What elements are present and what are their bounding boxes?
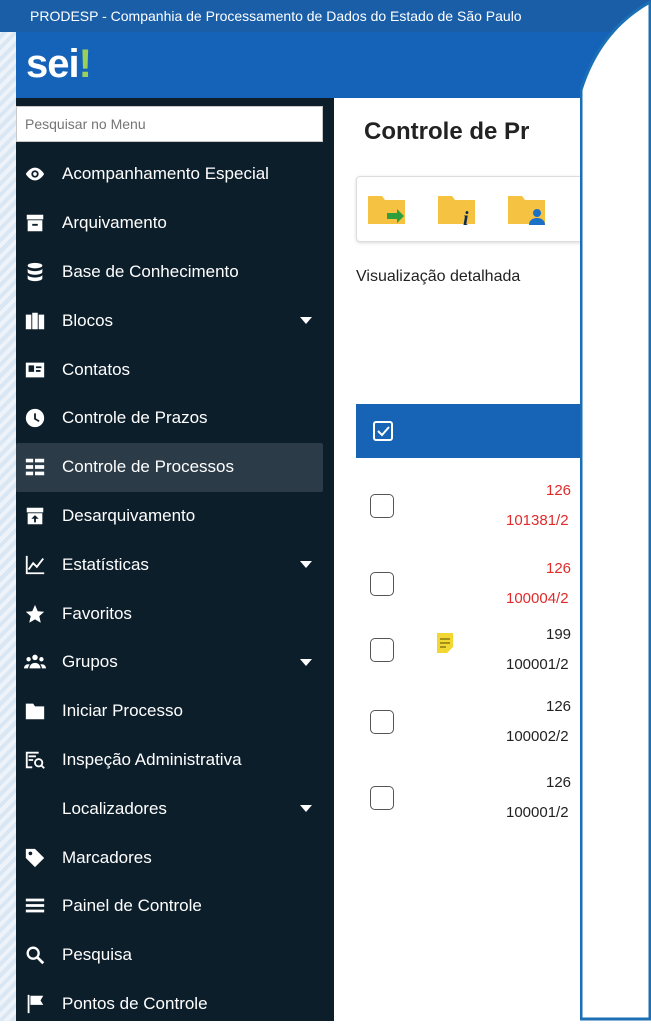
- sidebar-item-label: Painel de Controle: [62, 896, 202, 916]
- sei-logo[interactable]: sei!: [26, 42, 92, 87]
- sidebar-item-pesquisa[interactable]: Pesquisa: [16, 931, 334, 980]
- sidebar-item-label: Controle de Prazos: [62, 408, 208, 428]
- blocks-icon: [22, 310, 48, 332]
- inspection-icon: [22, 749, 48, 771]
- search-icon: [22, 944, 48, 966]
- contact-card-icon: [22, 359, 48, 381]
- chart-line-icon: [22, 554, 48, 576]
- sidebar-item-label: Pesquisa: [62, 945, 132, 965]
- sidebar-item-inspecao-administrativa[interactable]: Inspeção Administrativa: [16, 736, 334, 785]
- process-number-suffix[interactable]: 101381/2: [506, 512, 569, 529]
- sidebar-item-label: Acompanhamento Especial: [62, 164, 269, 184]
- tag-icon: [22, 847, 48, 869]
- row-checkbox[interactable]: [370, 572, 394, 596]
- sidebar-item-controle-de-processos[interactable]: Controle de Processos: [16, 442, 323, 492]
- table-row: 126 100001/2: [356, 770, 596, 842]
- sidebar-item-label: Iniciar Processo: [62, 701, 183, 721]
- annotation-note-icon[interactable]: [436, 632, 454, 654]
- sidebar-item-contatos[interactable]: Contatos: [16, 345, 334, 394]
- sidebar-item-label: Estatísticas: [62, 554, 149, 574]
- chevron-down-icon[interactable]: [300, 658, 312, 666]
- table-header: [356, 404, 596, 458]
- page-title: Controle de Pr: [364, 118, 530, 145]
- sidebar-item-acompanhamento-especial[interactable]: Acompanhamento Especial: [16, 150, 334, 199]
- menu-search-input[interactable]: [16, 106, 323, 142]
- folder-info-icon[interactable]: i: [437, 191, 477, 227]
- process-number-suffix[interactable]: 100004/2: [506, 590, 569, 607]
- process-number[interactable]: 126: [546, 698, 571, 715]
- action-toolbar: i: [356, 176, 618, 242]
- unarchive-icon: [22, 505, 48, 527]
- sidebar-item-label: Base de Conhecimento: [62, 261, 239, 281]
- process-number-suffix[interactable]: 100002/2: [506, 728, 569, 745]
- sidebar-item-label: Arquivamento: [62, 213, 167, 233]
- table-row: 126 101381/2: [356, 478, 596, 550]
- sidebar-item-base-de-conhecimento[interactable]: Base de Conhecimento: [16, 248, 334, 297]
- folder-icon: [22, 700, 48, 722]
- sidebar-item-favoritos[interactable]: Favoritos: [16, 589, 334, 638]
- menu-list: Acompanhamento Especial Arquivamento Bas…: [16, 150, 334, 1028]
- sidebar-menu: Acompanhamento Especial Arquivamento Bas…: [16, 98, 334, 1021]
- sidebar-item-label: Favoritos: [62, 603, 132, 623]
- row-checkbox[interactable]: [370, 710, 394, 734]
- sidebar-item-arquivamento[interactable]: Arquivamento: [16, 199, 334, 248]
- process-number[interactable]: 126: [546, 482, 571, 499]
- sidebar-item-label: Grupos: [62, 652, 118, 672]
- process-number-suffix[interactable]: 100001/2: [506, 656, 569, 673]
- sidebar-item-controle-de-prazos[interactable]: Controle de Prazos: [16, 394, 334, 443]
- star-icon: [22, 603, 48, 625]
- view-mode-label: Visualização detalhada: [356, 268, 521, 285]
- sidebar-item-label: Marcadores: [62, 847, 152, 867]
- flag-icon: [22, 993, 48, 1015]
- clock-icon: [22, 407, 48, 429]
- process-number[interactable]: 199: [546, 626, 571, 643]
- sidebar-item-localizadores[interactable]: Localizadores: [16, 784, 334, 833]
- sidebar-item-estatisticas[interactable]: Estatísticas: [16, 540, 334, 589]
- eye-icon: [22, 163, 48, 185]
- sidebar-item-label: Pontos de Controle: [62, 993, 208, 1013]
- process-number-suffix[interactable]: 100001/2: [506, 804, 569, 821]
- svg-text:i: i: [463, 208, 469, 227]
- window-title-bar: PRODESP - Companhia de Processamento de …: [0, 0, 651, 32]
- sidebar-item-label: Controle de Processos: [62, 457, 234, 477]
- sidebar-item-label: Blocos: [62, 310, 114, 330]
- table-row: 199 100001/2: [356, 622, 596, 694]
- process-number[interactable]: 126: [546, 560, 571, 577]
- sidebar-item-label: Inspeção Administrativa: [62, 749, 242, 769]
- decorative-border: [0, 0, 16, 1021]
- chevron-down-icon[interactable]: [300, 561, 312, 569]
- sidebar-item-iniciar-processo[interactable]: Iniciar Processo: [16, 687, 334, 736]
- sidebar-item-label: Desarquivamento: [62, 505, 196, 525]
- row-checkbox[interactable]: [370, 786, 394, 810]
- callout-overlay: [580, 0, 651, 1021]
- menu-lines-icon: [22, 895, 48, 917]
- process-number[interactable]: 126: [546, 774, 571, 791]
- archive-icon: [22, 212, 48, 234]
- sidebar-item-marcadores[interactable]: Marcadores: [16, 833, 334, 882]
- row-checkbox[interactable]: [370, 494, 394, 518]
- chevron-down-icon[interactable]: [300, 805, 312, 813]
- table-row: 126 100002/2: [356, 694, 596, 766]
- database-icon: [22, 261, 48, 283]
- folder-send-icon[interactable]: [367, 191, 407, 227]
- sidebar-item-painel-de-controle[interactable]: Painel de Controle: [16, 882, 334, 931]
- list-icon: [22, 456, 48, 478]
- chevron-down-icon[interactable]: [300, 317, 312, 325]
- select-all-checkbox-icon[interactable]: [372, 420, 394, 442]
- folder-user-icon[interactable]: [507, 191, 547, 227]
- app-header: sei!: [16, 32, 651, 98]
- table-row: 126 100004/2: [356, 556, 596, 628]
- window-title: PRODESP - Companhia de Processamento de …: [30, 8, 522, 24]
- row-checkbox[interactable]: [370, 638, 394, 662]
- users-icon: [22, 651, 48, 673]
- sidebar-item-label: Localizadores: [62, 798, 167, 818]
- sidebar-item-grupos[interactable]: Grupos: [16, 638, 334, 687]
- blank-icon: [22, 798, 48, 820]
- sidebar-item-desarquivamento[interactable]: Desarquivamento: [16, 492, 334, 541]
- sidebar-item-label: Contatos: [62, 359, 131, 379]
- sidebar-item-blocos[interactable]: Blocos: [16, 296, 334, 345]
